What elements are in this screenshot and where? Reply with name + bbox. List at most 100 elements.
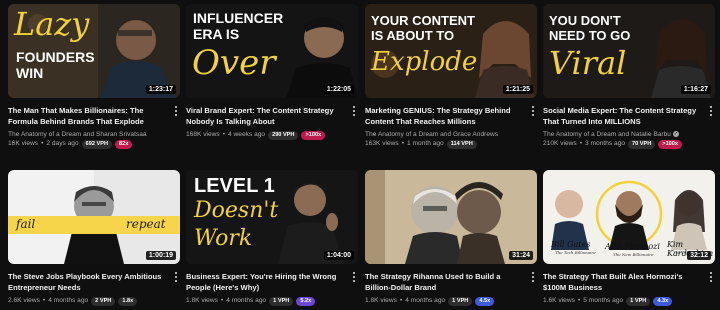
video-thumbnail[interactable]: Lazy FOUNDERS WIN 1:23:17 (8, 4, 180, 98)
separator-dot: • (222, 131, 226, 138)
vph-badge: 114 VPH (446, 139, 477, 149)
separator-dot: • (399, 297, 403, 304)
view-count: 1.8K views (186, 297, 218, 304)
video-card[interactable]: Bill Gates Alex Hormozi Kim Kardashian T… (543, 170, 715, 306)
outlier-badge: >100x (658, 139, 683, 149)
video-card[interactable]: LEVEL 1 Doesn't Work 1:04:00 Business Ex… (186, 170, 358, 306)
duration-badge: 1:21:25 (502, 85, 533, 94)
thumb-headline: Doesn't (194, 198, 279, 223)
more-options-icon[interactable] (350, 105, 358, 117)
video-thumbnail[interactable]: YOUR CONTENT IS ABOUT TO Explode 1:21:25 (365, 4, 537, 98)
thumb-subcaption: The Tech Billionaire (555, 250, 596, 255)
thumb-headline: INFLUENCER (193, 10, 284, 26)
upload-age: 3 months ago (585, 140, 626, 147)
video-card[interactable]: Lazy FOUNDERS WIN 1:23:17 The Man That M… (8, 4, 180, 149)
duration-badge: 1:00:19 (145, 251, 176, 260)
outlier-badge: 4.3x (653, 296, 673, 306)
upload-age: 4 months ago (48, 297, 89, 304)
video-card[interactable]: INFLUENCER ERA IS Over 1:22:05 Viral Bra… (186, 4, 358, 140)
thumb-headline: YOU DON'T (549, 13, 621, 28)
channel-name[interactable]: The Anatomy of a Dream and Sharan Srivat… (8, 130, 166, 139)
duration-badge: 1:16:27 (680, 85, 711, 94)
video-stats: 168K views • 4 weeks ago 290 VPH >100x (186, 130, 344, 140)
video-card[interactable]: YOUR CONTENT IS ABOUT TO Explode 1:21:25… (365, 4, 537, 149)
video-thumbnail[interactable]: INFLUENCER ERA IS Over 1:22:05 (186, 4, 358, 98)
video-thumbnail[interactable]: 31:24 (365, 170, 537, 264)
video-thumbnail[interactable]: Bill Gates Alex Hormozi Kim Kardashian T… (543, 170, 715, 264)
vph-badge: 1 VPH (626, 296, 651, 306)
duration-badge: 1:22:05 (323, 85, 354, 94)
vph-badge: 1 VPH (448, 296, 473, 306)
upload-age: 4 months ago (226, 297, 267, 304)
video-title[interactable]: Viral Brand Expert: The Content Strategy… (186, 106, 344, 127)
video-title[interactable]: The Strategy That Built Alex Hormozi's $… (543, 272, 701, 293)
outlier-badge: >100x (301, 130, 326, 140)
separator-dot: • (401, 140, 405, 147)
vph-badge: 290 VPH (268, 130, 299, 140)
more-options-icon[interactable] (707, 105, 715, 117)
video-stats: 1.8K views • 4 months ago 1 VPH 4.5x (365, 296, 523, 306)
outlier-badge: 82x (115, 139, 133, 149)
video-card[interactable]: YOU DON'T NEED TO GO Viral 1:16:27 Socia… (543, 4, 715, 149)
more-options-icon[interactable] (707, 271, 715, 283)
vph-badge: 70 VPH (628, 139, 656, 149)
thumb-caption: Alex Hormozi (605, 242, 660, 251)
upload-age: 1 month ago (407, 140, 444, 147)
view-count: 163K views (365, 140, 399, 147)
channel-name[interactable]: The Anatomy of a Dream and Grace Andrews (365, 130, 523, 139)
thumbnail-image (365, 170, 537, 264)
view-count: 1.6K views (543, 297, 575, 304)
channel-name-text: The Anatomy of a Dream and Natalie Barbu (543, 131, 671, 138)
view-count: 168K views (186, 131, 220, 138)
view-count: 1.8K views (365, 297, 397, 304)
thumb-headline: IS ABOUT TO (371, 28, 455, 43)
video-title[interactable]: Social Media Expert: The Content Strateg… (543, 106, 701, 127)
outlier-badge: 1.8x (118, 296, 138, 306)
thumb-headline: fail (16, 217, 36, 231)
more-options-icon[interactable] (172, 105, 180, 117)
thumb-headline: NEED TO GO (549, 28, 631, 43)
video-title[interactable]: Marketing GENIUS: The Strategy Behind Co… (365, 106, 523, 127)
upload-age: 4 weeks ago (228, 131, 266, 138)
more-options-icon[interactable] (172, 271, 180, 283)
outlier-badge: 5.2x (296, 296, 316, 306)
thumb-caption: Bill Gates (551, 240, 591, 249)
channel-name[interactable]: The Anatomy of a Dream and Natalie Barbu… (543, 130, 701, 139)
video-stats: 163K views • 1 month ago 114 VPH (365, 139, 523, 149)
video-card[interactable]: fail repeat 1:00:19 The Steve Jobs Playb… (8, 170, 180, 306)
video-card[interactable]: 31:24 The Strategy Rihanna Used to Build… (365, 170, 537, 306)
separator-dot: • (579, 140, 583, 147)
video-stats: 16K views • 2 days ago 692 VPH 82x (8, 139, 166, 149)
video-title[interactable]: The Steve Jobs Playbook Every Ambitious … (8, 272, 166, 293)
vph-badge: 692 VPH (81, 139, 113, 149)
view-count: 16K views (8, 140, 39, 147)
video-thumbnail[interactable]: fail repeat 1:00:19 (8, 170, 180, 264)
video-stats: 2.6K views • 4 months ago 2 VPH 1.8x (8, 296, 166, 306)
duration-badge: 31:24 (509, 251, 533, 260)
thumb-headline: LEVEL 1 (194, 175, 275, 197)
thumb-headline: Explode (371, 47, 478, 77)
more-options-icon[interactable] (350, 271, 358, 283)
upload-age: 5 months ago (583, 297, 624, 304)
vph-badge: 2 VPH (91, 296, 116, 306)
thumb-headline: ERA IS (193, 26, 240, 42)
upload-age: 2 days ago (46, 140, 79, 147)
more-options-icon[interactable] (529, 105, 537, 117)
thumb-headline: repeat (126, 217, 166, 231)
outlier-badge: 4.5x (475, 296, 495, 306)
duration-badge: 1:04:00 (323, 251, 354, 260)
video-title[interactable]: Business Expert: You're Hiring the Wrong… (186, 272, 344, 293)
video-thumbnail[interactable]: LEVEL 1 Doesn't Work 1:04:00 (186, 170, 358, 264)
video-title[interactable]: The Man That Makes Billionaires: The For… (8, 106, 166, 127)
more-options-icon[interactable] (529, 271, 537, 283)
view-count: 210K views (543, 140, 577, 147)
upload-age: 4 months ago (405, 297, 446, 304)
video-stats: 1.8K views • 4 months ago 1 VPH 5.2x (186, 296, 344, 306)
duration-badge: 32:12 (687, 251, 711, 260)
video-stats: 210K views • 3 months ago 70 VPH >100x (543, 139, 701, 149)
thumb-headline: Lazy (14, 5, 90, 43)
view-count: 2.6K views (8, 297, 40, 304)
video-title[interactable]: The Strategy Rihanna Used to Build a Bil… (365, 272, 523, 293)
vph-badge: 1 VPH (269, 296, 294, 306)
video-thumbnail[interactable]: YOU DON'T NEED TO GO Viral 1:16:27 (543, 4, 715, 98)
